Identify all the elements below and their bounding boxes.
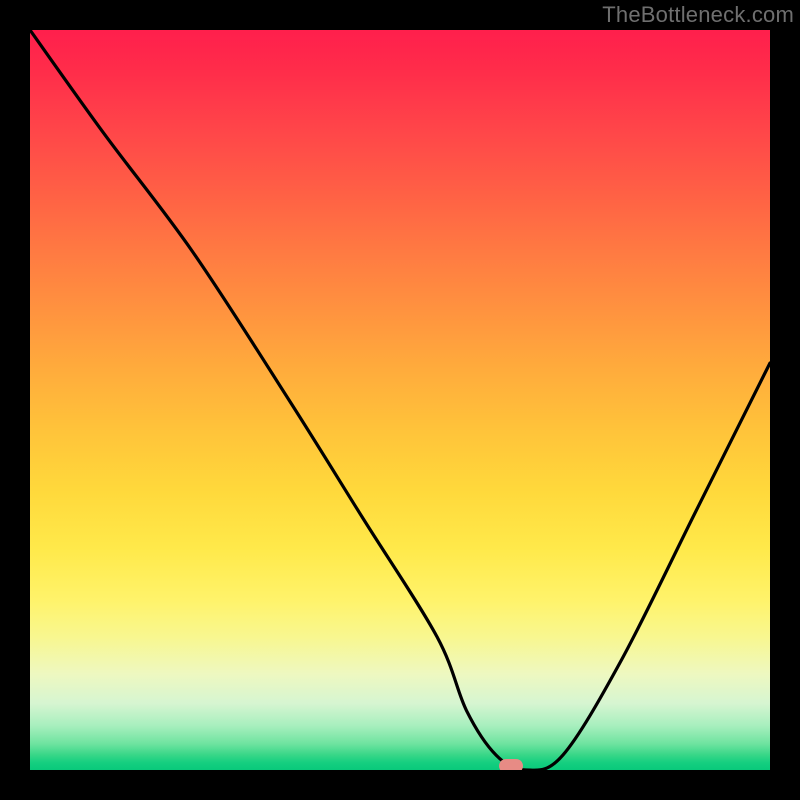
optimal-point-marker xyxy=(499,759,523,770)
chart-frame: TheBottleneck.com xyxy=(0,0,800,800)
watermark-text: TheBottleneck.com xyxy=(602,2,794,28)
bottleneck-curve xyxy=(30,30,770,770)
plot-area xyxy=(30,30,770,770)
